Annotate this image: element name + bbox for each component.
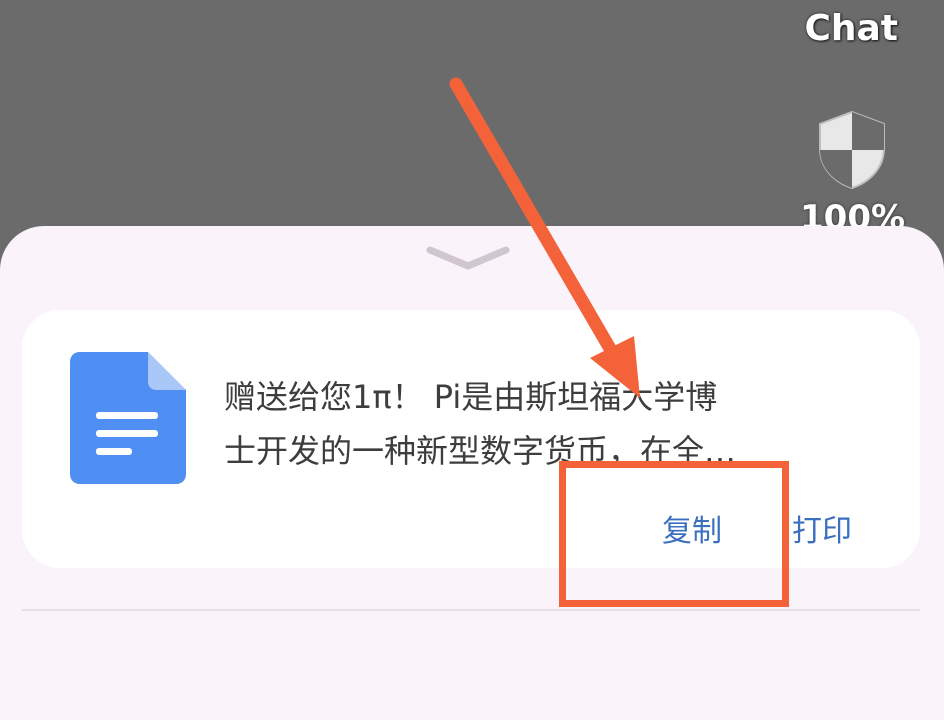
shield-icon xyxy=(819,110,885,190)
print-button[interactable]: 打印 xyxy=(792,506,852,550)
message-line: 赠送给您1π！ Pi是由斯坦福大学博 xyxy=(224,378,718,416)
document-icon xyxy=(70,352,186,484)
screen: Chat 100% 赠送给您1π！ Pi是由斯坦福大学博 士开发的一种新型数字货… xyxy=(0,0,944,720)
chevron-down-icon[interactable] xyxy=(420,238,516,278)
divider xyxy=(22,609,920,611)
annotation-highlight-box xyxy=(559,461,789,607)
app-label: Chat xyxy=(804,8,898,49)
